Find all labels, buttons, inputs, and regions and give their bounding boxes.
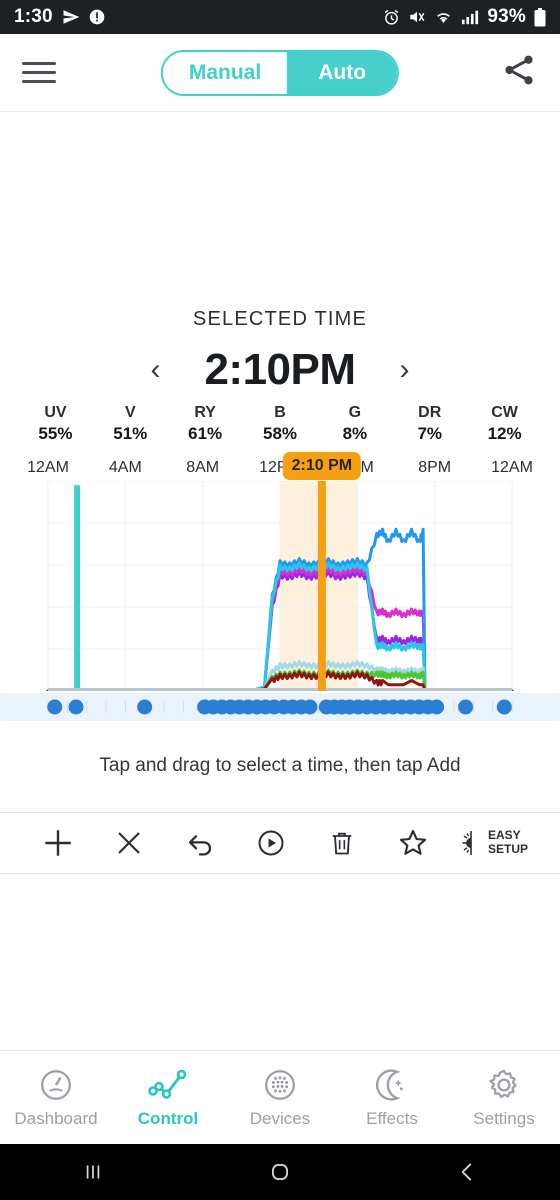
channel-ry: RY 61%	[168, 403, 243, 445]
x-axis-tick: 12AM	[27, 459, 69, 477]
x-axis-tick: 8PM	[418, 459, 452, 477]
schedule-point[interactable]	[68, 699, 84, 715]
channel-label: V	[124, 404, 136, 421]
back-icon[interactable]	[373, 1159, 560, 1185]
cancel-button[interactable]	[93, 828, 164, 858]
channel-dr: DR 7%	[392, 403, 467, 445]
status-time: 1:30	[14, 6, 53, 27]
signal-icon	[461, 9, 479, 25]
bottom-navigation: Dashboard Control Devices Effects Settin…	[0, 1050, 560, 1144]
nav-label-control: Control	[137, 1108, 199, 1128]
schedule-point[interactable]	[496, 699, 512, 715]
nav-item-settings[interactable]: Settings	[448, 1067, 560, 1129]
nav-item-control[interactable]: Control	[112, 1067, 224, 1129]
schedule-point[interactable]	[137, 699, 153, 715]
chart-plot-area[interactable]	[0, 481, 560, 692]
nav-label-effects: Effects	[366, 1108, 418, 1128]
share-icon[interactable]	[500, 51, 538, 94]
schedule-points-strip[interactable]	[0, 693, 560, 722]
channel-value: 61%	[188, 424, 223, 443]
channel-values: UV 55% V 51% RY 61% B 58% G 8% DR 7% CW …	[0, 403, 560, 445]
gauge-icon	[41, 1069, 71, 1100]
nav-item-devices[interactable]: Devices	[224, 1067, 336, 1129]
channel-b: B 58%	[243, 403, 318, 445]
channel-label: RY	[194, 404, 216, 421]
mode-auto-button[interactable]: Auto	[287, 51, 398, 94]
mute-icon	[408, 8, 426, 26]
chart-svg	[46, 481, 514, 692]
delete-button[interactable]	[307, 829, 378, 857]
wifi-icon	[434, 9, 453, 26]
add-button[interactable]	[22, 826, 93, 860]
control-panel: SELECTED TIME ‹ 2:10PM › UV 55% V 51% RY…	[0, 308, 560, 1008]
time-stepper: ‹ 2:10PM ›	[0, 345, 560, 395]
channel-label: CW	[491, 404, 518, 421]
channel-value: 58%	[262, 424, 298, 443]
channel-v: V 51%	[93, 403, 168, 445]
easy-setup-label: EASY SETUP	[488, 828, 529, 857]
graph-icon	[148, 1069, 187, 1099]
easy-setup-icon	[462, 831, 472, 855]
send-icon	[62, 8, 80, 26]
schedule-point[interactable]	[458, 699, 474, 715]
hamburger-icon[interactable]	[22, 62, 56, 83]
nav-label-settings: Settings	[473, 1108, 535, 1128]
channel-label: DR	[418, 404, 442, 421]
easy-setup-line1: EASY	[488, 828, 521, 843]
moon-icon	[375, 1068, 403, 1101]
nav-item-dashboard[interactable]: Dashboard	[0, 1067, 112, 1129]
channel-uv: UV 55%	[18, 403, 93, 445]
edit-toolbar: EASY SETUP	[0, 812, 560, 874]
selected-time-value: 2:10PM	[204, 345, 356, 394]
schedule-point[interactable]	[429, 699, 445, 715]
time-marker-line[interactable]	[317, 481, 326, 692]
hint-text: Tap and drag to select a time, then tap …	[99, 755, 461, 777]
android-nav-bar	[0, 1144, 560, 1200]
battery-percent: 93%	[487, 6, 526, 27]
schedule-chart[interactable]: 12AM4AM8AM12PM4PM8PM12AM2:10 PM	[0, 452, 560, 722]
selected-time-tooltip: 2:10 PM	[282, 452, 362, 481]
channel-value: 51%	[113, 424, 148, 443]
channel-value: 12%	[487, 424, 522, 443]
favorite-button[interactable]	[378, 827, 449, 859]
schedule-point[interactable]	[47, 699, 63, 715]
nav-item-effects[interactable]: Effects	[336, 1067, 448, 1129]
easy-setup-button[interactable]: EASY SETUP	[449, 828, 538, 857]
app-screen: 1:30 93% Manual Auto SELECTED TIME ‹ 2:1…	[0, 0, 560, 1200]
channel-g: G 8%	[317, 403, 392, 445]
x-axis-tick: 4AM	[108, 459, 142, 477]
app-bar: Manual Auto	[0, 34, 560, 112]
status-bar: 1:30 93%	[0, 0, 560, 34]
gear-icon	[489, 1069, 517, 1098]
recents-icon[interactable]	[0, 1159, 187, 1185]
nav-label-dashboard: Dashboard	[14, 1108, 98, 1128]
channel-value: 7%	[417, 424, 443, 443]
mode-toggle[interactable]: Manual Auto	[160, 49, 400, 96]
channel-value: 8%	[342, 424, 368, 443]
alert-icon	[89, 9, 105, 25]
devices-icon	[265, 1069, 295, 1100]
schedule-point[interactable]	[302, 699, 318, 715]
series-spike-cw-spike	[74, 485, 81, 692]
selected-time-title: SELECTED TIME	[192, 308, 368, 330]
prev-time-button[interactable]: ‹	[150, 355, 160, 385]
alarm-icon	[383, 9, 400, 26]
channel-label: UV	[44, 404, 67, 421]
channel-cw: CW 12%	[467, 403, 542, 445]
play-button[interactable]	[236, 828, 307, 858]
next-time-button[interactable]: ›	[400, 355, 410, 385]
battery-icon	[534, 7, 546, 27]
mode-manual-button[interactable]: Manual	[162, 51, 288, 94]
nav-label-devices: Devices	[249, 1108, 311, 1128]
chart-x-axis: 12AM4AM8AM12PM4PM8PM12AM2:10 PM	[0, 452, 560, 481]
home-icon[interactable]	[187, 1159, 374, 1185]
x-axis-tick: 12AM	[491, 459, 533, 477]
channel-value: 55%	[38, 424, 73, 443]
x-axis-tick: 8AM	[186, 459, 220, 477]
easy-setup-line2: SETUP	[488, 842, 529, 856]
schedule-points-svg	[47, 699, 513, 715]
channel-label: B	[274, 404, 286, 421]
undo-button[interactable]	[164, 827, 235, 859]
channel-label: G	[348, 404, 362, 421]
